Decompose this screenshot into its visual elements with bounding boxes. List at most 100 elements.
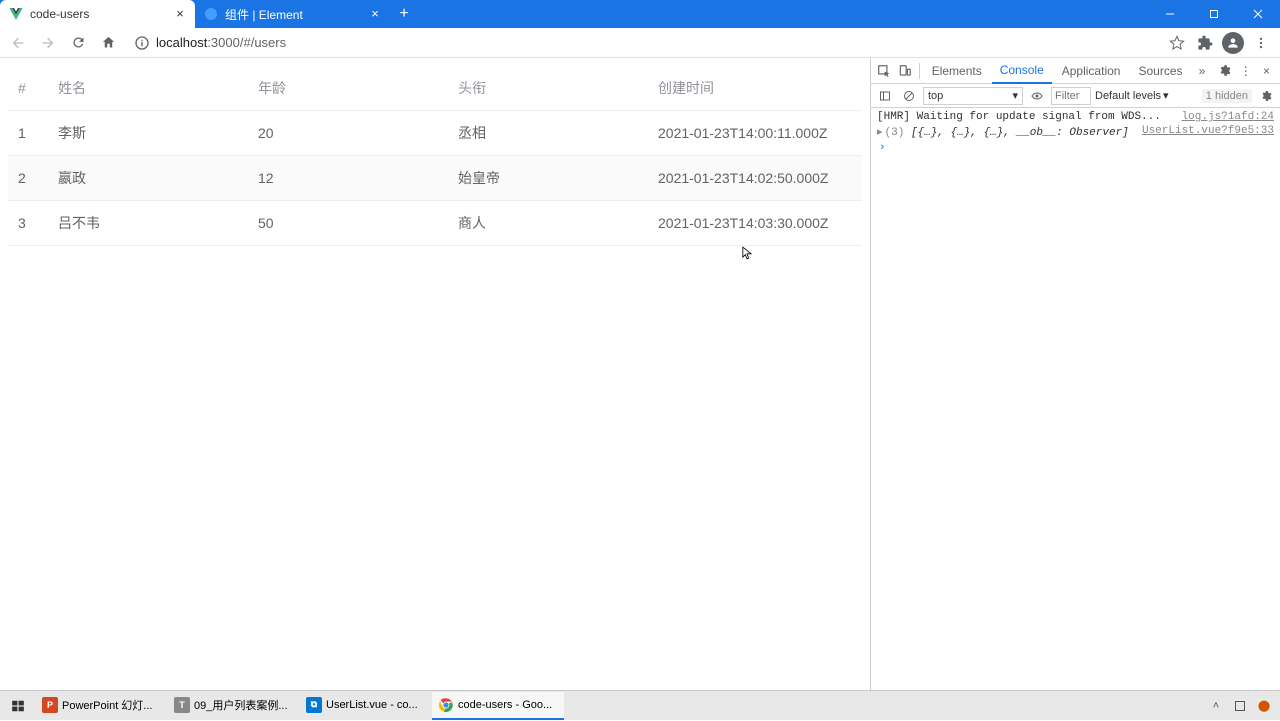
taskbar-item[interactable]: code-users - Goo... [432, 692, 564, 720]
address-bar: localhost:3000/#/users [0, 28, 1280, 58]
table-cell: 嬴政 [48, 156, 248, 201]
table-row: 3吕不韦50商人2021-01-23T14:03:30.000Z [8, 201, 862, 246]
tab-title: 组件 | Element [225, 6, 364, 23]
taskbar-label: PowerPoint 幻灯... [62, 697, 152, 713]
close-window-button[interactable] [1236, 0, 1280, 28]
filter-input[interactable] [1051, 87, 1091, 105]
console-settings-icon[interactable] [1256, 86, 1276, 106]
hidden-count[interactable]: 1 hidden [1202, 89, 1252, 103]
table-cell: 1 [8, 111, 48, 156]
vue-icon [8, 6, 24, 22]
forward-button[interactable] [36, 31, 60, 55]
url-path: /#/users [240, 35, 286, 50]
extensions-icon[interactable] [1194, 32, 1216, 54]
table-header-row: # 姓名 年龄 头衔 创建时间 [8, 66, 862, 111]
browser-menu-icon[interactable] [1250, 32, 1272, 54]
url-port: :3000 [207, 35, 240, 50]
site-info-icon[interactable] [134, 35, 150, 51]
devtools-panel: Elements Console Application Sources » ⋮… [870, 58, 1280, 690]
col-name: 姓名 [48, 66, 248, 111]
tab-sources[interactable]: Sources [1130, 58, 1190, 84]
taskbar-label: 09_用户列表案例... [194, 697, 288, 713]
devtools-menu-icon[interactable]: ⋮ [1236, 61, 1255, 81]
col-age: 年龄 [248, 66, 448, 111]
app-icon: P [42, 697, 58, 713]
taskbar-item[interactable]: T09_用户列表案例... [168, 692, 300, 720]
console-toolbar: top▾ Default levels▾ 1 hidden [871, 84, 1280, 108]
url-host: localhost [156, 35, 207, 50]
users-table: # 姓名 年龄 头衔 创建时间 1李斯20丞相2021-01-23T14:00:… [8, 66, 862, 246]
source-link[interactable]: log.js?1afd:24 [1182, 111, 1274, 123]
taskbar-label: UserList.vue - co... [326, 699, 418, 711]
context-selector[interactable]: top▾ [923, 87, 1023, 105]
app-icon: ⧉ [306, 697, 322, 713]
back-button[interactable] [6, 31, 30, 55]
url-input[interactable]: localhost:3000/#/users [126, 31, 1160, 55]
browser-tab-active[interactable]: code-users × [0, 0, 195, 28]
console-sidebar-icon[interactable] [875, 86, 895, 106]
home-button[interactable] [96, 31, 120, 55]
tab-title: code-users [30, 7, 169, 21]
system-tray: ˄ ⬤ [1200, 698, 1280, 714]
console-line: [HMR] Waiting for update signal from WDS… [875, 110, 1276, 124]
clear-console-icon[interactable] [899, 86, 919, 106]
taskbar-item[interactable]: PPowerPoint 幻灯... [36, 692, 168, 720]
browser-tab[interactable]: 组件 | Element × [195, 0, 390, 28]
col-index: # [8, 66, 48, 111]
tab-elements[interactable]: Elements [924, 58, 990, 84]
table-cell: 2021-01-23T14:00:11.000Z [648, 111, 862, 156]
table-cell: 12 [248, 156, 448, 201]
expand-icon[interactable]: ▸ [877, 127, 883, 139]
app-icon: T [174, 697, 190, 713]
minimize-button[interactable] [1148, 0, 1192, 28]
table-cell: 20 [248, 111, 448, 156]
console-message: ▸(3) [{…}, {…}, {…}, __ob__: Observer] [877, 125, 1129, 139]
table-row: 1李斯20丞相2021-01-23T14:00:11.000Z [8, 111, 862, 156]
table-row: 2嬴政12始皇帝2021-01-23T14:02:50.000Z [8, 156, 862, 201]
app-icon [438, 697, 454, 713]
tab-application[interactable]: Application [1054, 58, 1129, 84]
taskbar: PPowerPoint 幻灯...T09_用户列表案例...⧉UserList.… [0, 690, 1280, 720]
tray-app-icon[interactable]: ⬤ [1256, 698, 1272, 714]
tab-console[interactable]: Console [992, 58, 1052, 84]
close-icon[interactable]: × [173, 7, 187, 21]
table-cell: 李斯 [48, 111, 248, 156]
inspect-icon[interactable] [875, 61, 894, 81]
table-cell: 50 [248, 201, 448, 246]
more-tabs-icon[interactable]: » [1193, 61, 1212, 81]
device-icon[interactable] [896, 61, 915, 81]
table-cell: 吕不韦 [48, 201, 248, 246]
devtools-close-icon[interactable]: × [1257, 61, 1276, 81]
table-cell: 始皇帝 [448, 156, 648, 201]
table-cell: 2021-01-23T14:02:50.000Z [648, 156, 862, 201]
console-output[interactable]: [HMR] Waiting for update signal from WDS… [871, 108, 1280, 690]
tray-app-icon[interactable] [1232, 698, 1248, 714]
taskbar-item[interactable]: ⧉ UserList.vue - co... [300, 692, 432, 720]
browser-tab-strip: code-users × 组件 | Element × + [0, 0, 1280, 28]
profile-avatar[interactable] [1222, 32, 1244, 54]
devtools-settings-icon[interactable] [1215, 61, 1234, 81]
log-levels[interactable]: Default levels▾ [1095, 89, 1169, 102]
console-prompt[interactable]: › [875, 140, 1276, 156]
close-icon[interactable]: × [368, 7, 382, 21]
reload-button[interactable] [66, 31, 90, 55]
taskbar-label: code-users - Goo... [458, 699, 552, 711]
source-link[interactable]: UserList.vue?f9e5:33 [1142, 125, 1274, 139]
new-tab-button[interactable]: + [390, 0, 418, 28]
col-title: 头衔 [448, 66, 648, 111]
table-cell: 商人 [448, 201, 648, 246]
start-button[interactable] [0, 691, 36, 721]
console-line: ▸(3) [{…}, {…}, {…}, __ob__: Observer] U… [875, 124, 1276, 140]
element-icon [203, 6, 219, 22]
col-created: 创建时间 [648, 66, 862, 111]
bookmark-icon[interactable] [1166, 32, 1188, 54]
console-message: [HMR] Waiting for update signal from WDS… [877, 111, 1161, 123]
tray-chevron-icon[interactable]: ˄ [1208, 698, 1224, 714]
window-controls [1148, 0, 1280, 28]
table-cell: 2 [8, 156, 48, 201]
devtools-tabs: Elements Console Application Sources » ⋮… [871, 58, 1280, 84]
maximize-button[interactable] [1192, 0, 1236, 28]
live-expression-icon[interactable] [1027, 86, 1047, 106]
table-cell: 丞相 [448, 111, 648, 156]
table-cell: 2021-01-23T14:03:30.000Z [648, 201, 862, 246]
